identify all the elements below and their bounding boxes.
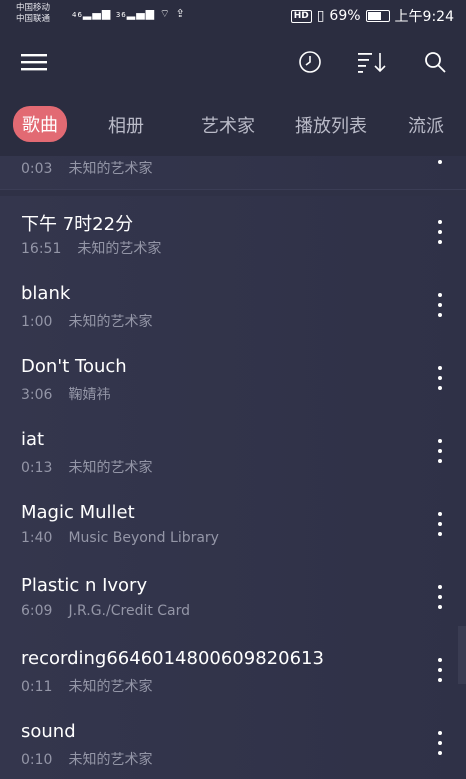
list-item[interactable]: 0:03 未知的艺术家: [0, 156, 466, 190]
carrier-2: 中国联通: [16, 14, 51, 24]
more-options-icon[interactable]: [434, 366, 446, 390]
song-list[interactable]: 0:03 未知的艺术家 下午 7时22分 16:51 未知的艺术家 blank 1:…: [0, 156, 466, 779]
more-options-icon[interactable]: [434, 439, 446, 463]
song-meta: 6:09 J.R.G./Credit Card: [21, 603, 190, 619]
sort-icon[interactable]: [356, 46, 388, 78]
more-options-icon[interactable]: [434, 220, 446, 244]
more-options-icon[interactable]: [434, 585, 446, 609]
song-title: blank: [21, 283, 71, 304]
song-title: Don't Touch: [21, 356, 127, 377]
song-meta: 0:13 未知的艺术家: [21, 457, 152, 477]
signal-1-label: 46: [72, 11, 83, 19]
song-artist: 未知的艺术家: [68, 314, 153, 330]
song-duration: 0:03: [21, 161, 53, 177]
song-artist: 未知的艺术家: [68, 752, 153, 768]
more-options-icon[interactable]: [434, 156, 446, 164]
more-options-icon[interactable]: [434, 731, 446, 755]
menu-icon[interactable]: [18, 46, 50, 78]
vibrate-icon: ▯: [316, 8, 325, 24]
song-artist: 未知的艺术家: [68, 161, 153, 177]
list-item[interactable]: sound 0:10 未知的艺术家: [0, 707, 466, 779]
song-meta: 0:03 未知的艺术家: [21, 158, 152, 178]
hd-badge: HD: [290, 9, 312, 23]
song-title: 下午 7时22分: [21, 214, 134, 235]
scrollbar[interactable]: [458, 626, 466, 684]
more-options-icon[interactable]: [434, 512, 446, 536]
battery-fill: [367, 12, 382, 20]
song-duration: 3:06: [21, 387, 53, 403]
song-duration: 0:13: [21, 460, 53, 476]
list-item[interactable]: Don't Touch 3:06 鞠婧祎: [0, 342, 466, 416]
song-duration: 6:09: [21, 603, 53, 619]
list-item[interactable]: Magic Mullet 1:40 Music Beyond Library: [0, 488, 466, 562]
status-bar: 中国移动 中国联通 46▂▄▆ 36▂▄▆ ⌔ ⇪ HD ▯ 69% 上午9:2…: [0, 0, 466, 30]
song-meta: 0:10 未知的艺术家: [21, 749, 152, 769]
tab-bar: 歌曲 相册 艺术家 播放列表 流派: [0, 94, 466, 156]
list-item[interactable]: 下午 7时22分 16:51 未知的艺术家: [0, 196, 466, 270]
signal-bars-icon: ▂▄▆: [82, 7, 112, 20]
tab-artists[interactable]: 艺术家: [201, 112, 255, 138]
song-meta: 1:40 Music Beyond Library: [21, 530, 219, 546]
song-title: recording6646014800609820613: [21, 648, 324, 669]
tab-playlists[interactable]: 播放列表: [295, 112, 367, 138]
song-meta: 3:06 鞠婧祎: [21, 384, 110, 404]
app-bar: [0, 30, 466, 94]
list-item[interactable]: iat 0:13 未知的艺术家: [0, 415, 466, 489]
list-item[interactable]: recording6646014800609820613 0:11 未知的艺术家: [0, 634, 466, 708]
signal-indicators: 46▂▄▆ 36▂▄▆ ⌔ ⇪: [72, 7, 186, 21]
song-artist: 未知的艺术家: [68, 460, 153, 476]
carrier-info: 中国移动 中国联通: [16, 3, 50, 25]
song-artist: 鞠婧祎: [68, 387, 111, 403]
more-options-icon[interactable]: [434, 658, 446, 682]
carrier-1: 中国移动: [16, 3, 51, 13]
clock-icon[interactable]: [294, 46, 326, 78]
song-duration: 1:00: [21, 314, 53, 330]
battery-icon: [365, 10, 390, 22]
song-artist: 未知的艺术家: [77, 241, 162, 257]
song-duration: 1:40: [21, 530, 53, 546]
song-meta: 1:00 未知的艺术家: [21, 311, 152, 331]
song-title: sound: [21, 721, 76, 742]
list-item[interactable]: blank 1:00 未知的艺术家: [0, 269, 466, 343]
wifi-icon: ⌔: [159, 7, 171, 20]
tab-albums[interactable]: 相册: [108, 112, 144, 138]
tab-genres[interactable]: 流派: [408, 112, 444, 138]
song-meta: 0:11 未知的艺术家: [21, 676, 152, 696]
song-duration: 16:51: [21, 241, 62, 257]
signal-bars-icon: ▂▄▆: [126, 7, 156, 20]
list-item[interactable]: Plastic n Ivory 6:09 J.R.G./Credit Card: [0, 561, 466, 635]
song-duration: 0:10: [21, 752, 53, 768]
more-options-icon[interactable]: [434, 293, 446, 317]
song-title: iat: [21, 429, 45, 450]
clock-time: 上午9:24: [394, 9, 454, 25]
song-meta: 16:51 未知的艺术家: [21, 238, 161, 258]
status-right: HD ▯ 69% 上午9:24: [290, 6, 454, 26]
search-icon[interactable]: [419, 46, 451, 78]
song-artist: Music Beyond Library: [68, 530, 219, 546]
song-title: Plastic n Ivory: [21, 575, 148, 596]
battery-percent: 69%: [329, 8, 361, 24]
song-title: Magic Mullet: [21, 502, 135, 523]
song-artist: 未知的艺术家: [68, 679, 153, 695]
usb-icon: ⇪: [175, 7, 186, 20]
song-duration: 0:11: [21, 679, 53, 695]
signal-2-label: 36: [115, 11, 127, 19]
tab-songs[interactable]: 歌曲: [13, 106, 67, 142]
song-artist: J.R.G./Credit Card: [68, 603, 191, 619]
